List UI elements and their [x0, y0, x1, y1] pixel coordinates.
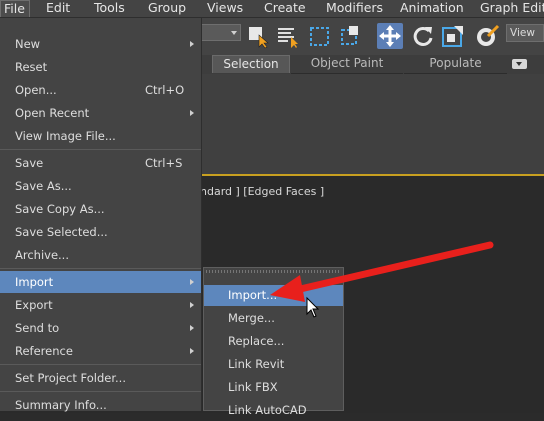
red-arrow-icon — [270, 241, 494, 302]
annotation-layer — [270, 241, 494, 318]
mouse-cursor-icon — [306, 296, 320, 318]
